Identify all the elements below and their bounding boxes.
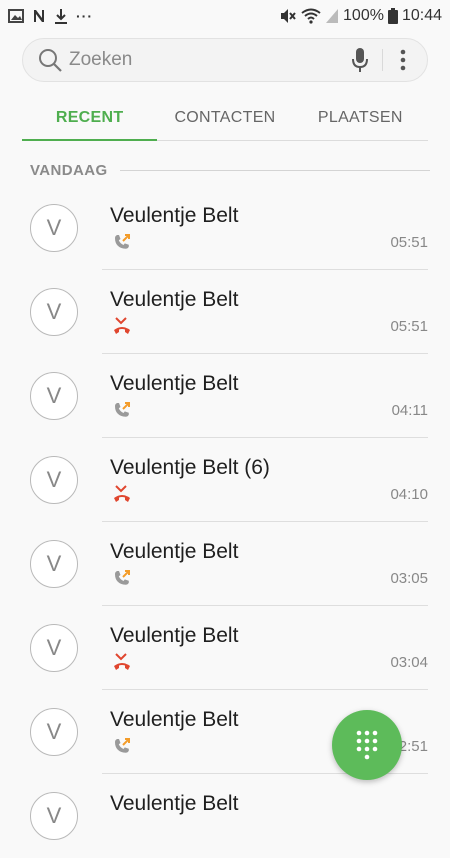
avatar[interactable]: V (30, 792, 78, 840)
section-title: VANDAAG (30, 161, 108, 179)
contact-name: Veulentje Belt (110, 204, 239, 227)
call-time: 05:51 (390, 234, 428, 251)
signal-icon (326, 9, 339, 23)
outgoing-call-icon (115, 738, 130, 753)
call-log-item[interactable]: V Veulentje Belt 05:51 (0, 270, 450, 354)
avatar[interactable]: V (30, 204, 78, 252)
contact-name: Veulentje Belt (110, 540, 239, 563)
missed-call-icon (114, 317, 130, 334)
contact-name: Veulentje Belt (6) (110, 456, 270, 479)
avatar[interactable]: V (30, 288, 78, 336)
contact-name: Veulentje Belt (110, 372, 239, 395)
missed-call-icon (114, 485, 130, 502)
search-icon (39, 49, 62, 72)
mute-icon (281, 9, 296, 23)
call-log-item[interactable]: V Veulentje Belt 05:51 (0, 186, 450, 270)
wifi-icon (301, 8, 321, 24)
avatar[interactable]: V (30, 624, 78, 672)
more-options-icon[interactable] (393, 46, 413, 74)
outgoing-call-icon (115, 402, 130, 417)
call-log-item[interactable]: V Veulentje Belt (0, 774, 450, 858)
download-icon (55, 9, 67, 24)
dialpad-button[interactable] (332, 710, 402, 780)
call-log-item[interactable]: V Veulentje Belt 04:11 (0, 354, 450, 438)
contact-name: Veulentje Belt (110, 624, 239, 647)
tab-contacten[interactable]: CONTACTEN (157, 96, 292, 140)
microphone-icon[interactable] (350, 46, 370, 74)
tab-plaatsen[interactable]: PLAATSEN (293, 96, 428, 140)
battery-level: 100% (343, 7, 384, 24)
call-log-item[interactable]: V Veulentje Belt (6) 04:10 (0, 438, 450, 522)
status-bar: ··· 100% 10:44 (0, 0, 450, 32)
call-time: 03:04 (390, 654, 428, 671)
contact-name: Veulentje Belt (110, 792, 239, 815)
avatar[interactable]: V (30, 372, 78, 420)
contact-name: Veulentje Belt (110, 288, 239, 311)
clock: 10:44 (401, 7, 442, 24)
more-notifications-icon: ··· (76, 8, 93, 24)
n-app-icon (34, 10, 44, 22)
system-icons: 100% 10:44 (279, 7, 442, 25)
call-time: 03:05 (390, 570, 428, 587)
battery-icon (387, 8, 398, 24)
contact-name: Veulentje Belt (110, 708, 239, 731)
tab-bar: RECENT CONTACTEN PLAATSEN (22, 96, 428, 141)
avatar[interactable]: V (30, 540, 78, 588)
dialpad-icon (356, 730, 378, 760)
section-header: VANDAAG (30, 160, 430, 180)
section-divider (119, 169, 430, 171)
outgoing-call-icon (115, 570, 130, 585)
tab-recent[interactable]: RECENT (22, 96, 158, 141)
call-time: 04:11 (391, 402, 428, 419)
call-log-item[interactable]: V Veulentje Belt 03:04 (0, 606, 450, 690)
notification-icons: ··· (8, 8, 93, 24)
call-log-item[interactable]: V Veulentje Belt 03:05 (0, 522, 450, 606)
call-time: 05:51 (390, 318, 428, 335)
call-time: 04:10 (390, 486, 428, 503)
avatar[interactable]: V (30, 456, 78, 504)
search-bar[interactable] (22, 38, 428, 82)
missed-call-icon (114, 653, 130, 670)
search-divider (382, 49, 383, 71)
outgoing-call-icon (115, 234, 130, 249)
gallery-icon (8, 9, 24, 23)
search-input[interactable] (67, 48, 350, 72)
avatar[interactable]: V (30, 708, 78, 756)
